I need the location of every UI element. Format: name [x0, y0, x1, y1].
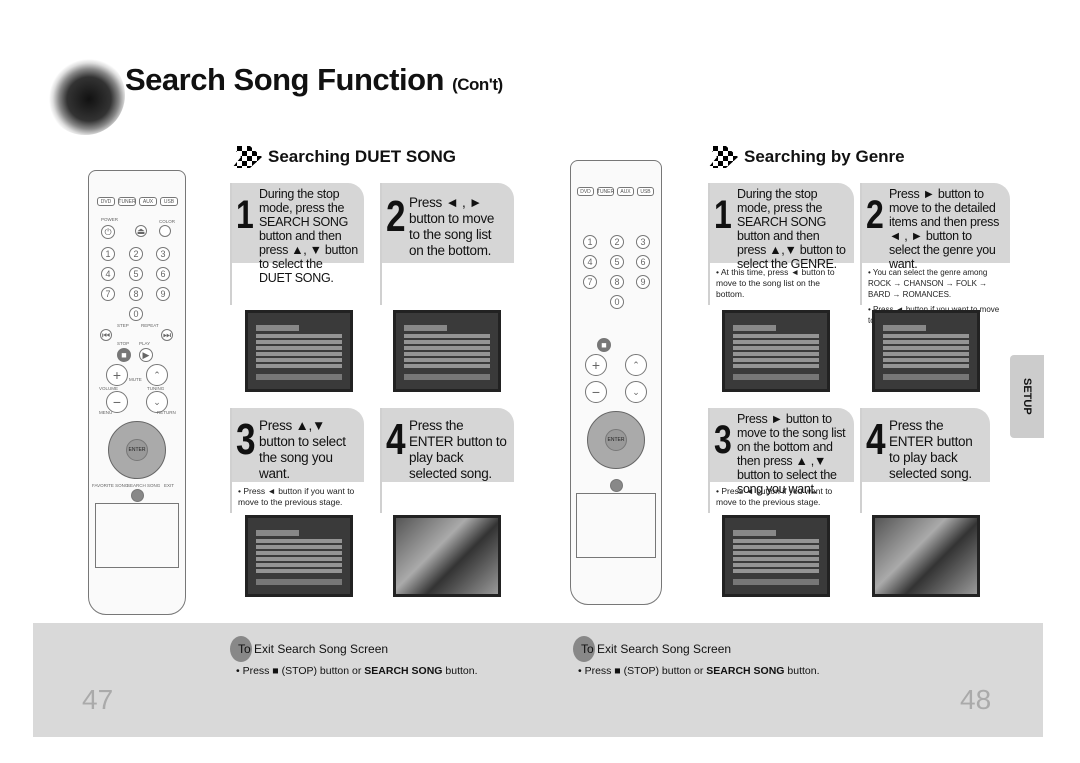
screen-duet-playback: [393, 515, 501, 597]
exit-heading-right: To Exit Search Song Screen: [573, 636, 731, 662]
screen-duet-bottom-list: [393, 310, 501, 392]
genre-step-3: 3 Press ► button to move to the song list…: [708, 408, 854, 513]
exit-label: EXIT: [164, 483, 175, 488]
remote-lower-panel: [95, 503, 179, 568]
genre-step-1: 1 During the stop mode, press the SEARCH …: [708, 183, 854, 305]
exit-heading-left: To Exit Search Song Screen: [230, 636, 388, 662]
screen-duet-select: [245, 515, 353, 597]
next-icon: ⏭: [161, 329, 173, 341]
play-pause-icon: ▶: [139, 348, 153, 362]
remote-lower-panel: [576, 493, 656, 558]
tuner-button: TUNER: [118, 197, 136, 206]
volume-down-icon: −: [585, 381, 607, 403]
usb-button: USB: [637, 187, 654, 196]
genre-step-2: 2 Press ► button to move to the detailed …: [860, 183, 1010, 325]
duet-step-2: 2 Press ◄ , ► button to move to the song …: [380, 183, 514, 305]
enter-button: ENTER: [605, 429, 627, 451]
exit-text-left: • Press ■ (STOP) button or SEARCH SONG b…: [236, 665, 478, 677]
digit-button: 6: [156, 267, 170, 281]
dvd-button: DVD: [97, 197, 115, 206]
section-heading-duet: Searching DUET SONG: [232, 146, 456, 168]
search-song-button: [131, 489, 144, 502]
favorite-label: FAVORITE SONG: [92, 483, 129, 488]
digit-button: 2: [129, 247, 143, 261]
aux-button: AUX: [617, 187, 634, 196]
screen-genre-list: [722, 310, 830, 392]
screen-genre-playback: [872, 515, 980, 597]
speaker-graphic: [45, 55, 125, 135]
section-heading-genre: Searching by Genre: [708, 146, 905, 168]
duet-step-4: 4 Press the ENTER button to play back sel…: [380, 408, 514, 513]
digit-button: 7: [583, 275, 597, 289]
digit-button: 5: [610, 255, 624, 269]
digit-button: 3: [636, 235, 650, 249]
remote-control-right: DVD TUNER AUX USB 1 2 3 4 5 6 7 8 9 0 ■ …: [570, 160, 662, 605]
duet-step-1: 1 During the stop mode, press the SEARCH …: [230, 183, 364, 305]
footer-band: [33, 623, 1043, 737]
duet-step-3: 3 Press ▲,▼ button to select the song you…: [230, 408, 364, 513]
volume-up-icon: +: [106, 364, 128, 386]
dvd-button: DVD: [577, 187, 594, 196]
stop-icon: ■: [597, 338, 611, 352]
digit-button: 1: [583, 235, 597, 249]
digit-button: 4: [101, 267, 115, 281]
digit-button: 9: [156, 287, 170, 301]
checker-icon: [232, 146, 262, 168]
exit-text-right: • Press ■ (STOP) button or SEARCH SONG b…: [578, 665, 820, 677]
digit-button: 7: [101, 287, 115, 301]
digit-button: 6: [636, 255, 650, 269]
search-song-button: [610, 479, 623, 492]
usb-button: USB: [160, 197, 178, 206]
power-label: POWER: [101, 217, 119, 222]
setup-tab: SETUP: [1010, 355, 1044, 438]
genre-step-4: 4 Press the ENTER button to play back sel…: [860, 408, 990, 513]
digit-button: 2: [610, 235, 624, 249]
color-label: COLOR: [159, 219, 176, 224]
digit-button: 3: [156, 247, 170, 261]
tuning-up-icon: ⌃: [146, 364, 168, 386]
checker-icon: [708, 146, 738, 168]
page-number-right: 48: [960, 684, 992, 715]
screen-duet-list: [245, 310, 353, 392]
aux-button: AUX: [139, 197, 157, 206]
page-number-left: 47: [82, 684, 114, 715]
power-icon: ⏻: [101, 225, 115, 239]
enter-button: ENTER: [126, 439, 148, 461]
prev-icon: ⏮: [100, 329, 112, 341]
digit-button: 0: [129, 307, 143, 321]
search-song-label: SEARCH SONG: [127, 483, 161, 488]
digit-button: 1: [101, 247, 115, 261]
digit-button: 0: [610, 295, 624, 309]
color-button: [159, 225, 171, 237]
digit-button: 9: [636, 275, 650, 289]
play-label: PLAY: [139, 341, 151, 346]
tuning-down-icon: ⌄: [625, 381, 647, 403]
volume-up-icon: +: [585, 354, 607, 376]
page-title: Search Song Function (Con't): [125, 62, 503, 97]
tuning-up-icon: ⌃: [625, 354, 647, 376]
digit-button: 4: [583, 255, 597, 269]
digit-button: 5: [129, 267, 143, 281]
menu-label: MENU: [99, 410, 113, 415]
stop-icon: ■: [117, 348, 131, 362]
screen-genre-detail: [872, 310, 980, 392]
digit-button: 8: [129, 287, 143, 301]
tuner-button: TUNER: [596, 187, 615, 196]
stop-label: STOP: [117, 341, 130, 346]
repeat-label: REPEAT: [141, 323, 159, 328]
remote-control-left: DVD TUNER AUX USB POWER COLOR ⏻ ⏏ 1 2 3 …: [88, 170, 186, 615]
digit-button: 8: [610, 275, 624, 289]
step-label: STEP: [117, 323, 129, 328]
mute-label: MUTE: [129, 377, 142, 382]
screen-genre-select: [722, 515, 830, 597]
return-label: RETURN: [157, 410, 176, 415]
eject-icon: ⏏: [135, 225, 147, 237]
